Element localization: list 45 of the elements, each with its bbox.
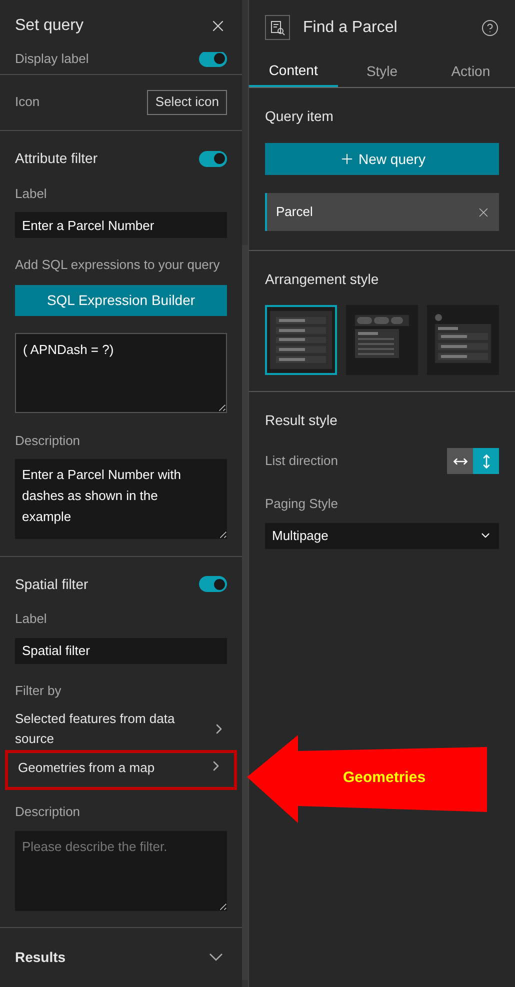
new-query-button[interactable]: New query bbox=[265, 143, 499, 175]
section-title: Spatial filter bbox=[15, 574, 88, 594]
paging-style-select[interactable]: Multipage bbox=[265, 522, 499, 548]
field-label: Description bbox=[15, 803, 82, 822]
description-field[interactable]: Enter a Parcel Number with dashes as shown in the example bbox=[15, 459, 227, 540]
section-title: Query item bbox=[265, 107, 334, 126]
results-section-header[interactable]: Results bbox=[0, 928, 242, 987]
help-icon bbox=[481, 18, 499, 36]
arrangement-option[interactable] bbox=[427, 305, 499, 375]
field-label: Description bbox=[15, 432, 82, 450]
tab[interactable]: Content bbox=[249, 55, 338, 87]
widget-title: Find a Parcel bbox=[303, 18, 398, 38]
label-input[interactable]: Spatial filter bbox=[15, 638, 227, 664]
list-layout-icon bbox=[270, 311, 332, 369]
panel-title: Set query bbox=[15, 16, 84, 36]
callout-label: Geometries bbox=[343, 768, 426, 788]
label-input[interactable]: Enter a Parcel Number bbox=[15, 212, 227, 238]
scrollbar[interactable] bbox=[242, 245, 248, 980]
field-label: Paging Style bbox=[265, 495, 339, 513]
sql-expression-field[interactable]: ( APNDash = ?) bbox=[15, 332, 227, 413]
filter-option[interactable]: Geometries from a map bbox=[5, 750, 237, 790]
filter-option[interactable]: Selected features from data source bbox=[15, 708, 227, 750]
toggle-switch[interactable] bbox=[199, 576, 227, 592]
field-label: Filter by bbox=[15, 682, 62, 700]
toggle-switch[interactable] bbox=[199, 52, 227, 67]
arrangement-option[interactable] bbox=[265, 305, 337, 375]
field-label: List direction bbox=[265, 452, 338, 470]
field-label: Add SQL expressions to your query bbox=[15, 256, 221, 274]
section-title: Attribute filter bbox=[15, 149, 98, 168]
field-label: Label bbox=[15, 184, 48, 203]
section-title: Arrangement style bbox=[265, 270, 380, 289]
direction-button[interactable] bbox=[447, 448, 473, 474]
field-label: Label bbox=[15, 610, 48, 628]
select-icon-button[interactable]: Select icon bbox=[147, 90, 227, 115]
tab[interactable]: Style bbox=[338, 55, 426, 87]
tab[interactable]: Action bbox=[426, 55, 515, 87]
toggle-switch[interactable] bbox=[199, 150, 227, 167]
description-field[interactable]: Please describe the filter. bbox=[15, 830, 227, 911]
section-title: Result style bbox=[265, 411, 338, 430]
field-label: Display label bbox=[15, 52, 89, 68]
query-list-item[interactable]: Parcel bbox=[265, 193, 499, 231]
direction-button[interactable] bbox=[473, 448, 499, 474]
field-label: Icon bbox=[15, 93, 40, 112]
query-widget-icon bbox=[265, 15, 290, 40]
sql-expression-builder-button[interactable]: SQL Expression Builder bbox=[15, 284, 227, 316]
